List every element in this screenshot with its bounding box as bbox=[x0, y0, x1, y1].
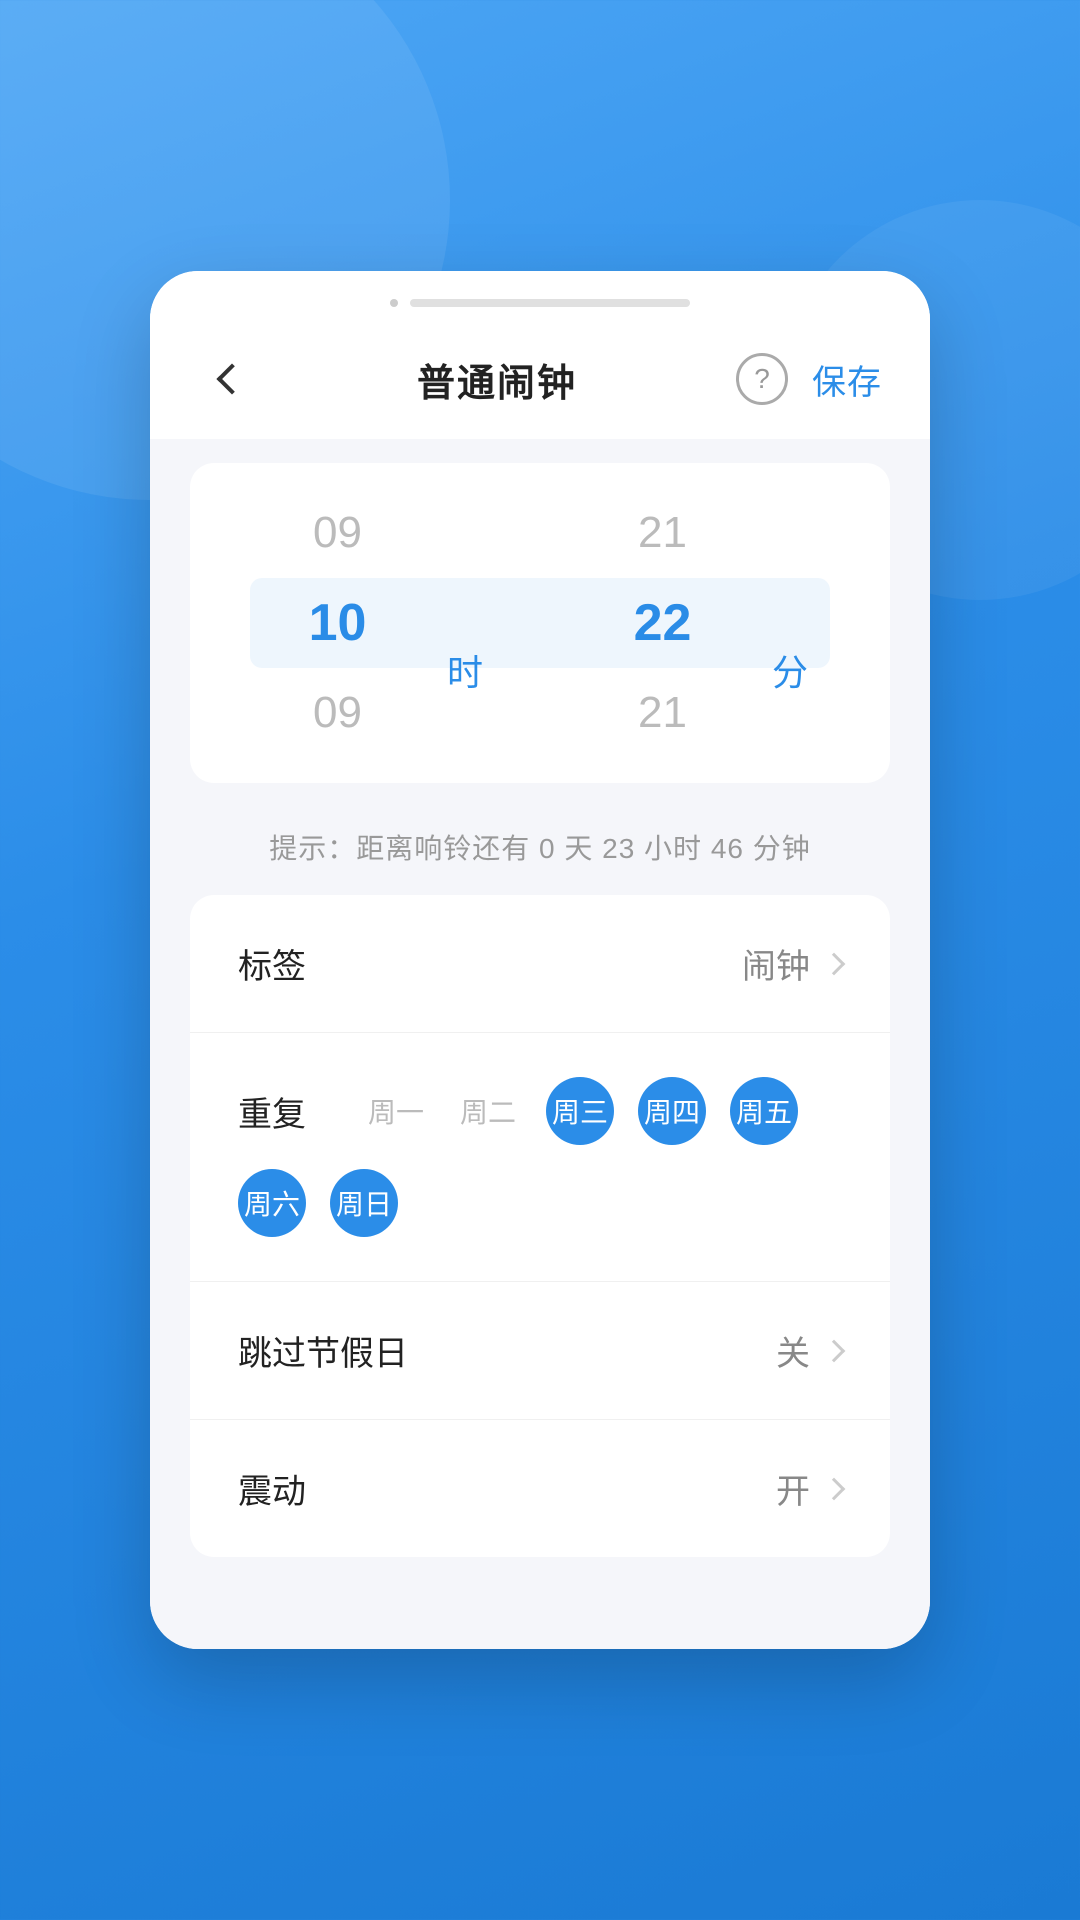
time-picker[interactable]: 09 10 09 时 21 22 21 分 bbox=[250, 463, 830, 783]
minute-below: 21 bbox=[575, 668, 750, 758]
day-thursday[interactable]: 周四 bbox=[638, 1077, 706, 1145]
vibrate-row[interactable]: 震动 开 bbox=[190, 1420, 890, 1557]
header: 普通闹钟 ? 保存 bbox=[150, 319, 930, 439]
vibrate-value-text: 开 bbox=[776, 1464, 810, 1513]
minute-above: 21 bbox=[575, 488, 750, 578]
status-dot bbox=[390, 299, 398, 307]
picker-highlight bbox=[250, 578, 830, 668]
repeat-row[interactable]: 重复 周一 周二 周三 周四 周五 周六 bbox=[190, 1033, 890, 1282]
help-icon-label: ? bbox=[754, 363, 770, 395]
label-row-label: 标签 bbox=[238, 939, 306, 988]
holiday-chevron-icon bbox=[823, 1339, 846, 1362]
page-title: 普通闹钟 bbox=[417, 352, 577, 407]
label-chevron-icon bbox=[823, 952, 846, 975]
main-content: 普通闹钟 ? 保存 09 10 09 时 bbox=[150, 319, 930, 1649]
hint-text: 提示：距离响铃还有 0 天 23 小时 46 分钟 bbox=[150, 807, 930, 895]
holiday-value: 关 bbox=[776, 1326, 842, 1375]
day-sunday[interactable]: 周日 bbox=[330, 1169, 398, 1237]
repeat-label: 重复 bbox=[238, 1087, 318, 1136]
holiday-value-text: 关 bbox=[776, 1326, 810, 1375]
header-right: ? 保存 bbox=[736, 353, 882, 405]
hour-above: 09 bbox=[250, 488, 425, 578]
settings-section: 标签 闹钟 重复 周一 周二 周三 周四 bbox=[190, 895, 890, 1557]
phone-container: 普通闹钟 ? 保存 09 10 09 时 bbox=[150, 271, 930, 1649]
label-value-text: 闹钟 bbox=[742, 939, 810, 988]
holiday-label: 跳过节假日 bbox=[238, 1326, 408, 1375]
vibrate-value: 开 bbox=[776, 1464, 842, 1513]
day-tuesday[interactable]: 周二 bbox=[454, 1077, 522, 1145]
status-bar bbox=[150, 271, 930, 319]
time-picker-card: 09 10 09 时 21 22 21 分 bbox=[190, 463, 890, 783]
back-chevron-icon bbox=[216, 363, 247, 394]
vibrate-chevron-icon bbox=[823, 1477, 846, 1500]
label-row[interactable]: 标签 闹钟 bbox=[190, 895, 890, 1033]
help-button[interactable]: ? bbox=[736, 353, 788, 405]
label-row-value: 闹钟 bbox=[742, 939, 842, 988]
save-button[interactable]: 保存 bbox=[812, 355, 882, 404]
vibrate-label: 震动 bbox=[238, 1464, 306, 1513]
day-saturday[interactable]: 周六 bbox=[238, 1169, 306, 1237]
day-friday[interactable]: 周五 bbox=[730, 1077, 798, 1145]
back-button[interactable] bbox=[198, 349, 258, 409]
holiday-row[interactable]: 跳过节假日 关 bbox=[190, 1282, 890, 1420]
status-line bbox=[410, 299, 690, 307]
hour-below: 09 bbox=[250, 668, 425, 758]
day-wednesday[interactable]: 周三 bbox=[546, 1077, 614, 1145]
day-monday[interactable]: 周一 bbox=[362, 1077, 430, 1145]
